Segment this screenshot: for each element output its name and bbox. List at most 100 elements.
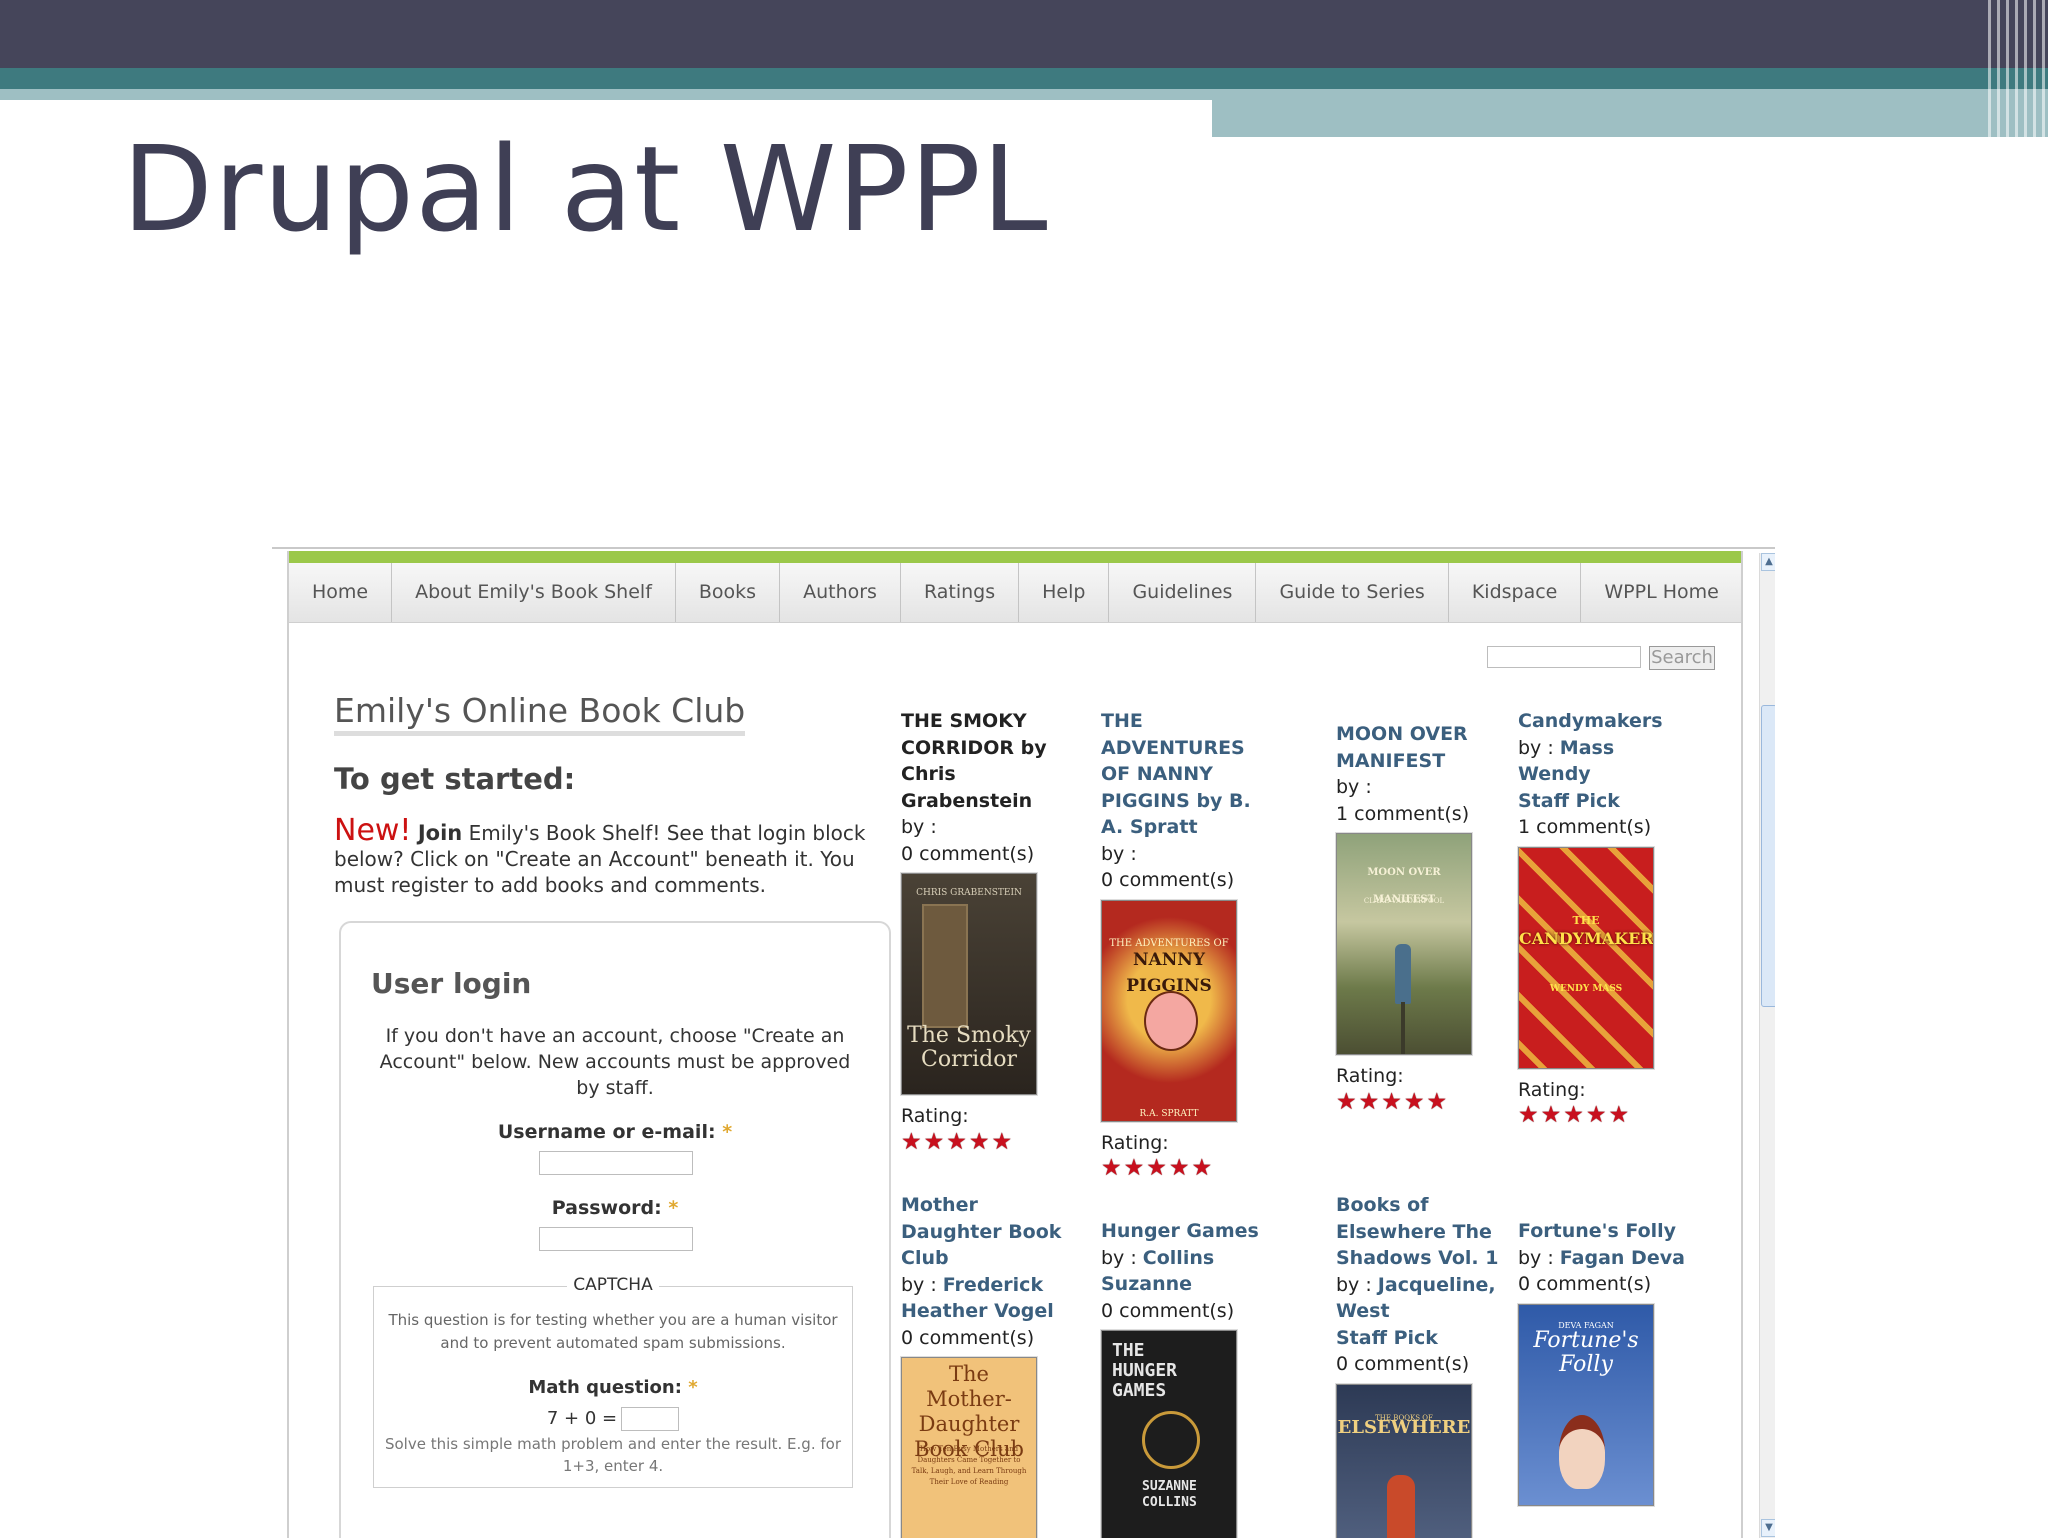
book-cover-image[interactable]: DEVA FAGAN Fortune's Folly bbox=[1518, 1304, 1654, 1506]
slide-header-band bbox=[0, 0, 2048, 68]
book-cover-image[interactable]: MOON OVER MANIFEST CLARE VANDERPOOL bbox=[1336, 833, 1472, 1055]
rating-label: Rating: bbox=[901, 1103, 1076, 1130]
cover-title-text: ELSEWHERE bbox=[1337, 1415, 1471, 1442]
cover-author-text: WENDY MASS bbox=[1519, 976, 1653, 1003]
star-rating: ★★★★★ bbox=[901, 1130, 1076, 1154]
nav-guide-to-series[interactable]: Guide to Series bbox=[1256, 563, 1448, 622]
username-label-text: Username or e-mail: bbox=[498, 1121, 716, 1143]
get-started-heading: To get started: bbox=[334, 762, 894, 796]
scroll-down-icon[interactable]: ▼ bbox=[1761, 1519, 1775, 1537]
mockingjay-emblem-shape bbox=[1142, 1411, 1200, 1469]
password-field[interactable] bbox=[539, 1227, 693, 1251]
book-title[interactable]: THE SMOKY CORRIDOR by Chris Grabenstein bbox=[901, 708, 1076, 814]
captcha-description: This question is for testing whether you… bbox=[384, 1309, 842, 1355]
book-cover-image[interactable]: THE ADVENTURES OF NANNY PIGGINS R.A. SPR… bbox=[1101, 900, 1237, 1122]
rating-label: Rating: bbox=[1518, 1077, 1693, 1104]
book-author[interactable]: Fagan Deva bbox=[1560, 1247, 1685, 1269]
site-top-bar bbox=[289, 551, 1741, 563]
book-comments: 1 comment(s) bbox=[1518, 814, 1693, 841]
intro-text: New! Join Emily's Book Shelf! See that l… bbox=[334, 818, 899, 898]
website-screenshot: Home About Emily's Book Shelf Books Auth… bbox=[272, 547, 1775, 1538]
slide-title: Drupal at WPPL bbox=[122, 120, 1048, 258]
book-title[interactable]: THE ADVENTURES OF NANNY PIGGINS by B. A.… bbox=[1101, 708, 1276, 841]
password-label-text: Password: bbox=[552, 1197, 662, 1219]
nav-guidelines[interactable]: Guidelines bbox=[1109, 563, 1256, 622]
book-comments: 0 comment(s) bbox=[1101, 1298, 1276, 1325]
book-by: by : Collins Suzanne bbox=[1101, 1245, 1276, 1298]
star-rating: ★★★★★ bbox=[1336, 1090, 1511, 1114]
star-rating: ★★★★★ bbox=[1518, 1103, 1693, 1127]
book-cover-image[interactable]: The Mother-Daughter Book Club How Ten Bu… bbox=[901, 1357, 1037, 1538]
cover-author-text: CLARE VANDERPOOL bbox=[1337, 888, 1471, 915]
intro-column: Emily's Online Book Club To get started:… bbox=[334, 691, 894, 898]
book-item: Candymakers by : Mass Wendy Staff Pick 1… bbox=[1518, 708, 1693, 1127]
pig-face-shape bbox=[1144, 991, 1198, 1051]
user-login-block: User login If you don't have an account,… bbox=[339, 921, 891, 1538]
math-answer-field[interactable] bbox=[621, 1407, 679, 1431]
book-cover-image[interactable]: THE CANDYMAKERS WENDY MASS bbox=[1518, 847, 1654, 1069]
book-comments: 0 comment(s) bbox=[1336, 1351, 1511, 1378]
book-by: by : bbox=[1101, 841, 1276, 868]
cover-author-text: SUZANNE COLLINS bbox=[1142, 1479, 1212, 1511]
cover-author-text: R.A. SPRATT bbox=[1102, 1101, 1236, 1122]
search-input[interactable] bbox=[1487, 646, 1641, 668]
book-item: MOON OVER MANIFEST by : 1 comment(s) MOO… bbox=[1336, 721, 1511, 1114]
nav-home[interactable]: Home bbox=[289, 563, 392, 622]
math-label-text: Math question: bbox=[528, 1377, 682, 1398]
by-label: by : bbox=[1518, 737, 1554, 759]
book-item: Hunger Games by : Collins Suzanne 0 comm… bbox=[1101, 1218, 1276, 1538]
star-rating: ★★★★★ bbox=[1101, 1156, 1276, 1180]
girl-figure-shape bbox=[1395, 944, 1411, 1004]
nav-ratings[interactable]: Ratings bbox=[901, 563, 1019, 622]
book-comments: 0 comment(s) bbox=[1518, 1271, 1693, 1298]
book-item: THE SMOKY CORRIDOR by Chris Grabenstein … bbox=[901, 708, 1076, 1154]
nav-about[interactable]: About Emily's Book Shelf bbox=[392, 563, 676, 622]
cover-title-text: The Smoky Corridor bbox=[902, 1024, 1036, 1072]
girl-face-shape bbox=[1559, 1415, 1605, 1489]
scroll-up-icon[interactable]: ▲ bbox=[1761, 553, 1775, 571]
slide-light-band-right bbox=[1212, 89, 2048, 137]
book-title[interactable]: Fortune's Folly bbox=[1518, 1218, 1693, 1245]
book-title[interactable]: MOON OVER MANIFEST bbox=[1336, 721, 1511, 774]
book-item: THE ADVENTURES OF NANNY PIGGINS by B. A.… bbox=[1101, 708, 1276, 1180]
page-title: Emily's Online Book Club bbox=[334, 691, 745, 736]
book-title[interactable]: Hunger Games bbox=[1101, 1218, 1276, 1245]
scroll-thumb[interactable] bbox=[1761, 705, 1775, 1007]
by-label: by : bbox=[901, 816, 937, 838]
book-comments: 0 comment(s) bbox=[901, 1325, 1076, 1352]
book-cover-image[interactable]: CHRIS GRABENSTEIN The Smoky Corridor bbox=[901, 873, 1037, 1095]
username-field[interactable] bbox=[539, 1151, 693, 1175]
vertical-scrollbar[interactable]: ▲ ▼ bbox=[1759, 553, 1775, 1538]
by-label: by : bbox=[1101, 843, 1137, 865]
staff-pick: Staff Pick bbox=[1518, 788, 1693, 815]
intro-join: Join bbox=[418, 821, 462, 845]
required-mark: * bbox=[668, 1197, 678, 1219]
rating-label: Rating: bbox=[1101, 1130, 1276, 1157]
nav-books[interactable]: Books bbox=[676, 563, 780, 622]
math-expression: 7 + 0 = bbox=[547, 1408, 617, 1429]
slide-accent-band bbox=[0, 68, 2048, 89]
book-item: Books of Elsewhere The Shadows Vol. 1 by… bbox=[1336, 1192, 1511, 1538]
cover-title-text: THE HUNGER GAMES bbox=[1112, 1341, 1192, 1401]
search-button[interactable]: Search bbox=[1649, 646, 1715, 670]
book-title[interactable]: Books of Elsewhere The Shadows Vol. 1 bbox=[1336, 1192, 1511, 1272]
book-cover-image[interactable]: THE BOOKS OF ELSEWHERE bbox=[1336, 1384, 1472, 1538]
cover-subtitle-text: How Ten Busy Mothers and Daughters Came … bbox=[902, 1444, 1036, 1488]
nav-authors[interactable]: Authors bbox=[780, 563, 901, 622]
by-label: by : bbox=[1336, 1274, 1372, 1296]
math-question-row: 7 + 0 = bbox=[374, 1407, 852, 1431]
required-mark: * bbox=[722, 1121, 732, 1143]
railroad-track-shape bbox=[1401, 1002, 1405, 1054]
book-by: by : bbox=[1336, 774, 1511, 801]
door-shape bbox=[922, 904, 968, 1028]
login-heading: User login bbox=[371, 967, 531, 1000]
nav-help[interactable]: Help bbox=[1019, 563, 1109, 622]
slide-stripe-decoration bbox=[1988, 0, 2048, 137]
book-title[interactable]: Candymakers bbox=[1518, 708, 1693, 735]
book-item: Mother Daughter Book Club by : Frederick… bbox=[901, 1192, 1076, 1538]
book-title[interactable]: Mother Daughter Book Club bbox=[901, 1192, 1076, 1272]
book-by: by : Mass Wendy bbox=[1518, 735, 1693, 788]
nav-wppl-home[interactable]: WPPL Home bbox=[1581, 563, 1742, 622]
book-cover-image[interactable]: THE HUNGER GAMES SUZANNE COLLINS bbox=[1101, 1330, 1237, 1538]
nav-kidspace[interactable]: Kidspace bbox=[1449, 563, 1582, 622]
